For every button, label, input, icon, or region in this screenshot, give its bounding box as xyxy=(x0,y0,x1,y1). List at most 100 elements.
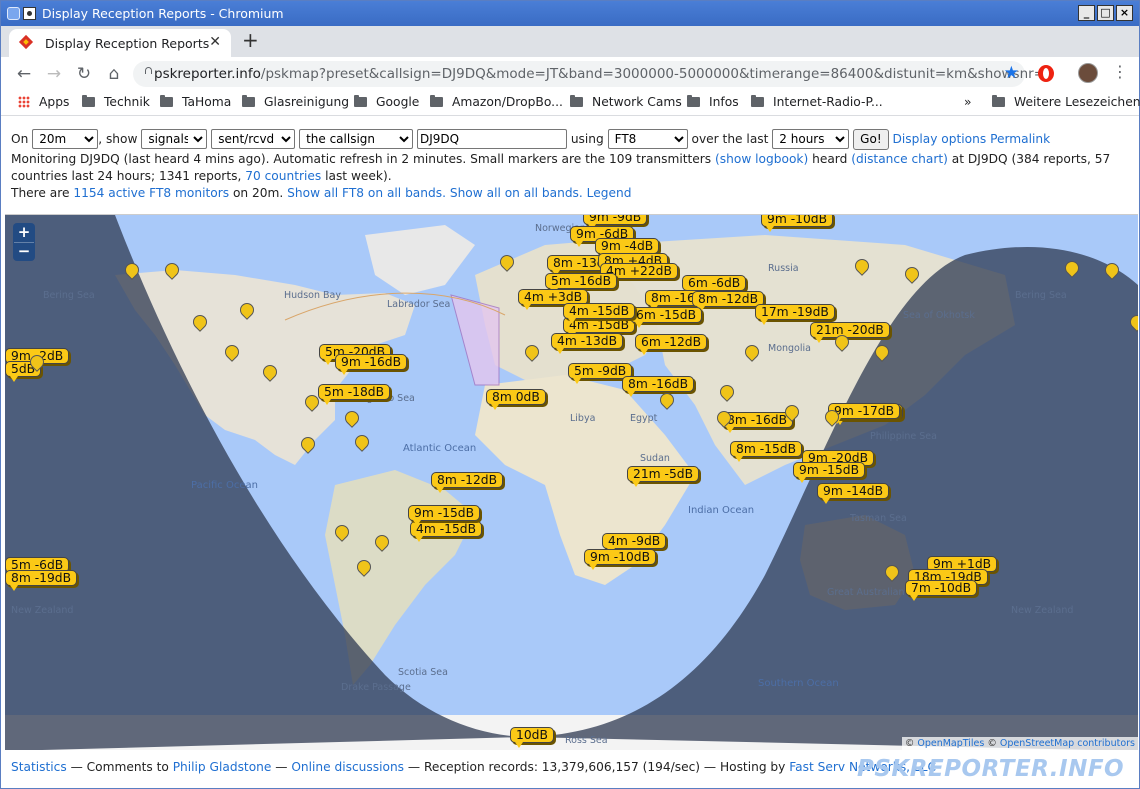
transmitter-marker-icon[interactable] xyxy=(305,395,317,411)
spot-label[interactable]: 8m -16dB xyxy=(622,376,695,397)
transmitter-marker-icon[interactable] xyxy=(357,560,369,576)
spot-label[interactable]: 21m -20dB xyxy=(810,322,890,343)
opera-extension-icon[interactable] xyxy=(1038,65,1054,82)
transmitter-marker-icon[interactable] xyxy=(301,437,313,453)
bookmark-folder-technik[interactable]: Technik xyxy=(82,95,150,109)
show-ft8-all-bands-link[interactable]: Show all FT8 on all bands. xyxy=(287,186,446,200)
transmitter-marker-icon[interactable] xyxy=(905,267,917,283)
spot-label[interactable]: 8m -12dB xyxy=(692,291,765,312)
spot-label[interactable]: 9m -10dB xyxy=(584,549,657,570)
bookmark-folder-infos[interactable]: Infos xyxy=(687,95,739,109)
transmitter-marker-icon[interactable] xyxy=(125,263,137,279)
back-arrow-icon[interactable]: ← xyxy=(9,64,39,84)
zoom-in-button[interactable]: + xyxy=(14,224,34,242)
online-discussions-link[interactable]: Online discussions xyxy=(291,760,404,774)
transmitter-marker-icon[interactable] xyxy=(785,405,797,421)
spot-label[interactable]: 9m -9dB xyxy=(583,215,648,230)
reload-icon[interactable]: ↻ xyxy=(69,64,99,84)
transmitter-marker-icon[interactable] xyxy=(500,255,512,271)
mode-select[interactable]: FT8 xyxy=(607,129,688,149)
spot-label[interactable]: 21m -5dB xyxy=(627,466,700,487)
spot-label[interactable]: 5m -18dB xyxy=(318,384,391,405)
bookmark-folder-glasreinigung[interactable]: Glasreinigung xyxy=(242,95,349,109)
spot-label[interactable]: 9m -15dB xyxy=(793,462,866,483)
transmitter-marker-icon[interactable] xyxy=(193,315,205,331)
spot-label[interactable]: 6m -15dB xyxy=(630,307,703,328)
spot-label[interactable]: 4m -15dB xyxy=(563,303,636,324)
profile-avatar[interactable] xyxy=(1078,63,1098,83)
transmitter-marker-icon[interactable] xyxy=(225,345,237,361)
transmitter-marker-icon[interactable] xyxy=(745,345,757,361)
transmitter-marker-icon[interactable] xyxy=(375,535,387,551)
tab-display-reception-reports[interactable]: Display Reception Reports ✕ xyxy=(9,29,231,57)
spot-label[interactable]: 8m -15dB xyxy=(730,441,803,462)
spot-label[interactable]: 9m -10dB xyxy=(761,215,834,232)
new-tab-button[interactable]: + xyxy=(242,28,259,52)
permalink-link[interactable]: Permalink xyxy=(990,131,1050,148)
minimize-button[interactable]: _ xyxy=(1078,5,1095,21)
forward-arrow-icon[interactable]: → xyxy=(39,64,69,84)
spot-label[interactable]: 6m -12dB xyxy=(635,334,708,355)
range-select[interactable]: 2 hours xyxy=(772,129,850,149)
bookmark-folder-tahoma[interactable]: TaHoma xyxy=(160,95,231,109)
zoom-out-button[interactable]: − xyxy=(14,242,34,260)
tab-close-icon[interactable]: ✕ xyxy=(209,34,221,50)
url-text[interactable]: pskreporter.info/pskmap?preset&callsign=… xyxy=(154,66,1054,82)
show-select[interactable]: signals xyxy=(141,129,208,149)
transmitter-marker-icon[interactable] xyxy=(525,345,537,361)
transmitter-marker-icon[interactable] xyxy=(240,303,252,319)
transmitter-marker-icon[interactable] xyxy=(717,411,729,427)
distance-chart-link[interactable]: (distance chart) xyxy=(851,152,948,166)
spot-label[interactable]: 8m 0dB xyxy=(486,389,546,410)
transmitter-marker-icon[interactable] xyxy=(1065,261,1077,277)
transmitter-marker-icon[interactable] xyxy=(835,335,847,351)
spot-label[interactable]: 9m -4dB xyxy=(595,238,660,259)
active-monitors-link[interactable]: 1154 active FT8 monitors xyxy=(73,186,229,200)
spot-label[interactable]: 7m -10dB xyxy=(905,580,978,601)
spot-label[interactable]: 9m -15dB xyxy=(408,505,481,526)
transmitter-marker-icon[interactable] xyxy=(165,263,177,279)
spot-label[interactable]: 4m -9dB xyxy=(602,533,667,554)
bookmark-folder-amazon[interactable]: Amazon/DropBo... xyxy=(430,95,563,109)
bookmark-folder-other[interactable]: Weitere Lesezeichen xyxy=(992,95,1140,109)
spot-label[interactable]: 10dB xyxy=(510,727,554,748)
who-select[interactable]: the callsign xyxy=(299,129,414,149)
spot-label[interactable]: 8m -16dB xyxy=(721,412,794,433)
transmitter-marker-icon[interactable] xyxy=(825,410,837,426)
bookmarks-overflow-button[interactable]: » xyxy=(964,95,972,109)
openstreetmap-link[interactable]: OpenStreetMap contributors xyxy=(1000,738,1135,749)
legend-link[interactable]: Legend xyxy=(587,186,632,200)
spot-label[interactable]: 8m -19dB xyxy=(5,570,78,591)
transmitter-marker-icon[interactable] xyxy=(855,259,867,275)
close-window-button[interactable]: × xyxy=(1116,5,1133,21)
author-link[interactable]: Philip Gladstone xyxy=(173,760,272,774)
openmaptiles-link[interactable]: OpenMapTiles xyxy=(917,738,984,749)
transmitter-marker-icon[interactable] xyxy=(720,385,732,401)
transmitter-marker-icon[interactable] xyxy=(1130,315,1138,331)
transmitter-marker-icon[interactable] xyxy=(660,393,672,409)
statistics-link[interactable]: Statistics xyxy=(11,760,67,774)
transmitter-marker-icon[interactable] xyxy=(335,525,347,541)
direction-select[interactable]: sent/rcvd by xyxy=(211,129,296,149)
display-options-link[interactable]: Display options xyxy=(893,131,987,148)
maximize-button[interactable]: □ xyxy=(1097,5,1114,21)
go-button[interactable]: Go! xyxy=(853,128,889,150)
bookmark-folder-google[interactable]: Google xyxy=(354,95,419,109)
spot-label[interactable]: 9m -16dB xyxy=(335,354,408,375)
spot-label[interactable]: 6m -6dB xyxy=(682,275,747,296)
browser-menu-icon[interactable]: ⋮ xyxy=(1112,62,1128,81)
bookmark-apps[interactable]: Apps xyxy=(18,95,69,109)
home-icon[interactable]: ⌂ xyxy=(99,64,129,84)
spot-label[interactable]: 9m -14dB xyxy=(817,483,890,504)
callsign-input[interactable] xyxy=(416,129,567,149)
show-all-bands-link[interactable]: Show all on all bands. xyxy=(450,186,583,200)
spot-label[interactable]: 4m -13dB xyxy=(551,333,624,354)
transmitter-marker-icon[interactable] xyxy=(875,345,887,361)
bookmark-folder-internet-radio[interactable]: Internet-Radio-P... xyxy=(751,95,883,109)
address-bar[interactable]: pskreporter.info/pskmap?preset&callsign=… xyxy=(133,61,1054,87)
spot-label[interactable]: 8m -12dB xyxy=(431,472,504,493)
transmitter-marker-icon[interactable] xyxy=(345,411,357,427)
reception-map[interactable]: + − Hudson BayLabrador SeaSargasso SeaNo… xyxy=(5,214,1138,750)
show-logbook-link[interactable]: (show logbook) xyxy=(715,152,808,166)
transmitter-marker-icon[interactable] xyxy=(1105,263,1117,279)
